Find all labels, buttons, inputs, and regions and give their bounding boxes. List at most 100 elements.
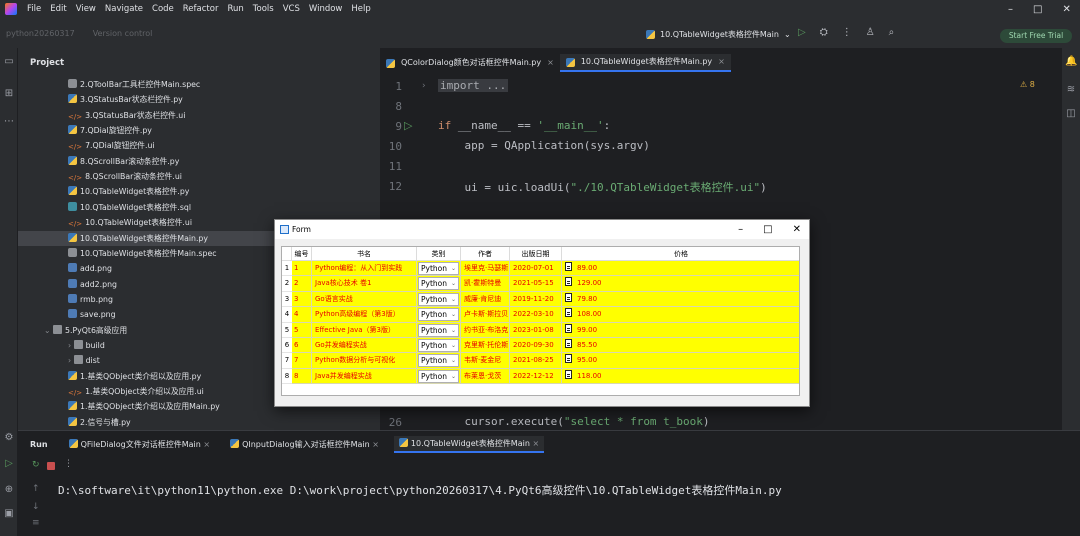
project-panel-title[interactable]: Project (30, 58, 64, 68)
run-tab[interactable]: QInputDialog输入对话框控件Main × (225, 437, 384, 452)
code-with-me-icon[interactable]: ♙ (866, 27, 875, 38)
editor-tab[interactable]: 10.QTableWidget表格控件Main.py × (559, 53, 731, 72)
run-config-selector[interactable]: 10.QTableWidget表格控件Main ⌄ (646, 29, 791, 40)
column-header[interactable]: 作者 (461, 247, 510, 261)
project-bar[interactable]: python20260317 Version control (6, 29, 152, 43)
close-tab-icon[interactable]: × (547, 54, 554, 72)
table-cell[interactable]: 2023-01-08 (510, 322, 562, 338)
more-icon[interactable]: ⋮ (842, 27, 852, 38)
row-header[interactable]: 3 (282, 291, 292, 308)
table-cell[interactable]: 2022-12-12 (510, 368, 562, 385)
scroll-down-icon[interactable]: ↓ (32, 502, 40, 512)
table-cell[interactable]: Python ⌄ (417, 261, 461, 277)
column-header[interactable]: 类别 (417, 247, 461, 261)
table-cell[interactable]: 韦斯·麦金尼 (461, 353, 510, 369)
table-cell[interactable]: 85.50 (562, 338, 799, 354)
table-cell[interactable]: 4 (292, 307, 312, 323)
category-combobox[interactable]: Python ⌄ (418, 292, 459, 306)
table-cell[interactable]: Python ⌄ (417, 368, 461, 385)
services-icon[interactable]: ⊕ (3, 484, 15, 496)
python-console-icon[interactable]: ⚙ (3, 432, 15, 444)
run-tab[interactable]: 10.QTableWidget表格控件Main × (393, 436, 545, 453)
search-everywhere-icon[interactable]: ⌕ (889, 27, 895, 38)
project-tree-item[interactable]: 3.QStatusBar状态栏控件.py (18, 92, 380, 107)
table-cell[interactable]: 卢卡斯·斯拉贝 (461, 307, 510, 323)
column-header[interactable]: 编号 (292, 247, 312, 261)
table-cell[interactable]: 2020-07-01 (510, 261, 562, 277)
code-line-10[interactable]: app = QApplication(sys.argv) (438, 139, 649, 152)
project-tree-item[interactable]: </> 8.QScrollBar滚动条控件.ui (18, 169, 380, 184)
row-header[interactable]: 1 (282, 261, 292, 277)
table-cell[interactable]: 克里斯·托伦斯 (461, 338, 510, 354)
table-cell[interactable]: 2021-08-25 (510, 353, 562, 369)
folder-icon[interactable]: ▭ (3, 56, 15, 68)
structure-icon[interactable]: ⊞ (3, 88, 15, 100)
chevron-right-icon[interactable]: › (68, 341, 74, 350)
menu-item[interactable]: Edit (50, 4, 66, 18)
minimize-icon[interactable]: – (1008, 4, 1013, 15)
table-cell[interactable]: 5 (292, 322, 312, 338)
table-cell[interactable]: Python编程：从入门到实践 (312, 261, 417, 277)
column-header[interactable]: 价格 (562, 247, 799, 261)
maximize-icon[interactable]: □ (1033, 4, 1042, 15)
table-cell[interactable]: Python ⌄ (417, 322, 461, 338)
table-cell[interactable]: 118.00 (562, 368, 799, 385)
run-gutter-icon[interactable]: ▷ (404, 119, 412, 132)
category-combobox[interactable]: Python ⌄ (418, 323, 459, 337)
project-tree-item[interactable]: </> 3.QStatusBar状态栏控件.ui (18, 108, 380, 123)
menu-item[interactable]: Run (227, 4, 243, 18)
menu-item[interactable]: Refactor (183, 4, 219, 18)
project-tree-item[interactable]: 7.QDial旋钮控件.py (18, 123, 380, 138)
maximize-icon[interactable]: □ (763, 220, 772, 239)
table-cell[interactable]: 129.00 (562, 276, 799, 292)
project-tree-item[interactable]: </> 7.QDial旋钮控件.ui (18, 138, 380, 153)
table-cell[interactable]: 2019-11-20 (510, 291, 562, 308)
terminal-icon[interactable]: ▣ (3, 508, 15, 520)
table-cell[interactable]: Python ⌄ (417, 353, 461, 369)
code-line-9[interactable]: if __name__ == '__main__': (438, 119, 610, 132)
rerun-icon[interactable]: ↻ (32, 460, 40, 470)
close-tab-icon[interactable]: × (370, 440, 379, 449)
table-cell[interactable]: 威廉·肯尼迪 (461, 291, 510, 308)
more-tools-icon[interactable]: ⋯ (3, 116, 15, 128)
project-tree-item[interactable]: 2.QToolBar工具栏控件Main.spec (18, 77, 380, 92)
table-corner[interactable] (282, 247, 292, 261)
column-header[interactable]: 书名 (312, 247, 417, 261)
warnings-badge[interactable]: ⚠ 8 (1020, 80, 1035, 89)
table-cell[interactable]: Python ⌄ (417, 291, 461, 308)
editor-tab[interactable]: QColorDialog颜色对话框控件Main.py × (380, 54, 560, 72)
close-icon[interactable]: ✕ (793, 220, 801, 239)
category-combobox[interactable]: Python ⌄ (418, 308, 459, 322)
table-cell[interactable]: Java核心技术 卷1 (312, 276, 417, 292)
vcs-widget[interactable]: Version control (93, 29, 153, 43)
row-header[interactable]: 8 (282, 368, 292, 385)
run-panel-title[interactable]: Run (30, 440, 48, 449)
table-cell[interactable]: Python ⌄ (417, 276, 461, 292)
menu-item[interactable]: File (27, 4, 41, 18)
project-tree-item[interactable]: 8.QScrollBar滚动条控件.py (18, 154, 380, 169)
table-cell[interactable]: 99.00 (562, 322, 799, 338)
database-icon[interactable]: ≋ (1065, 84, 1077, 96)
row-header[interactable]: 6 (282, 338, 292, 354)
table-cell[interactable]: 埃里克·马瑟斯 (461, 261, 510, 277)
table-cell[interactable]: Java并发编程实战 (312, 368, 417, 385)
table-cell[interactable]: 89.00 (562, 261, 799, 277)
category-combobox[interactable]: Python ⌄ (418, 277, 459, 291)
category-combobox[interactable]: Python ⌄ (418, 339, 459, 352)
table-cell[interactable]: Python ⌄ (417, 338, 461, 354)
table-cell[interactable]: 2020-09-30 (510, 338, 562, 354)
table-cell[interactable]: 79.80 (562, 291, 799, 308)
close-tab-icon[interactable]: × (718, 53, 725, 71)
run-icon[interactable]: ▷ (798, 27, 806, 38)
menu-item[interactable]: Code (152, 4, 174, 18)
row-header[interactable]: 4 (282, 307, 292, 323)
run-tool-icon[interactable]: ▷ (3, 458, 15, 470)
table-cell[interactable]: 2021-05-15 (510, 276, 562, 292)
menu-item[interactable]: Tools (253, 4, 274, 18)
table-cell[interactable]: 95.00 (562, 353, 799, 369)
column-header[interactable]: 出版日期 (510, 247, 562, 261)
start-free-trial-button[interactable]: Start Free Trial (1000, 29, 1072, 43)
stop-icon[interactable] (47, 462, 55, 470)
table-cell[interactable]: 108.00 (562, 307, 799, 323)
chevron-right-icon[interactable]: › (68, 356, 74, 365)
